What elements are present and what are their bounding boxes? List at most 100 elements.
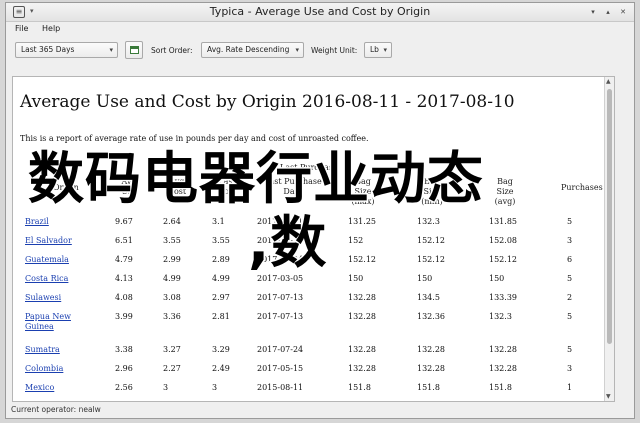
- cell-last-cost: 3.29: [212, 345, 230, 354]
- cell-avg-cost: 2.27: [163, 364, 181, 373]
- close-icon[interactable]: ✕: [618, 7, 628, 17]
- overlay-text-2: ,数: [246, 211, 328, 276]
- cell-avg-use: 4.79: [115, 255, 133, 264]
- scroll-up-icon[interactable]: ▲: [606, 78, 611, 85]
- cell-last-cost: 3.55: [212, 236, 230, 245]
- cell-purchases: 6: [567, 255, 573, 264]
- cell-purchases: 5: [567, 217, 573, 226]
- cell-bag-size-avg: 151.8: [489, 383, 512, 392]
- cell-bag-size-min: 132.3: [417, 217, 440, 226]
- weight-unit-select[interactable]: Lb ▾: [364, 42, 392, 58]
- cell-avg-cost: 3.55: [163, 236, 181, 245]
- toolbar: Last 365 Days ▾ Sort Order: Avg. Rate De…: [6, 37, 634, 63]
- vertical-scrollbar[interactable]: ▲ ▼: [604, 77, 614, 401]
- cell-avg-cost: 3.08: [163, 293, 181, 302]
- chevron-down-icon: ▾: [295, 46, 299, 54]
- menu-file[interactable]: File: [15, 24, 28, 33]
- cell-avg-use: 6.51: [115, 236, 133, 245]
- cell-origin[interactable]: Brazil: [25, 217, 85, 227]
- date-range-value: Last 365 Days: [21, 45, 75, 54]
- cell-origin[interactable]: El Salvador: [25, 236, 85, 246]
- status-bar: Current operator: nealw: [11, 405, 101, 414]
- cell-bag-size-min: 134.5: [417, 293, 440, 302]
- cell-avg-use: 3.99: [115, 312, 133, 321]
- date-range-select[interactable]: Last 365 Days ▾: [15, 42, 118, 58]
- cell-purchases: 1: [567, 383, 573, 392]
- cell-bag-size-min: 151.8: [417, 383, 440, 392]
- cell-avg-cost: 2.64: [163, 217, 181, 226]
- sort-order-select[interactable]: Avg. Rate Descending ▾: [201, 42, 304, 58]
- cell-bag-size-avg: 150: [489, 274, 505, 283]
- window-title: Typica - Average Use and Cost by Origin: [209, 5, 431, 18]
- cell-purchase-date: 2017-07-13: [257, 293, 304, 302]
- weight-unit-value: Lb: [370, 45, 379, 54]
- weight-unit-label: Weight Unit:: [311, 46, 358, 55]
- cell-bag-size-min: 132.36: [417, 312, 445, 321]
- cell-bag-size-avg: 152.12: [489, 255, 517, 264]
- cell-purchase-date: 2017-07-24: [257, 345, 304, 354]
- cell-purchases: 5: [567, 312, 573, 321]
- cell-purchase-date: 2015-08-11: [257, 383, 304, 392]
- cell-origin[interactable]: Colombia: [25, 364, 85, 374]
- cell-last-cost: 2.81: [212, 312, 230, 321]
- chevron-down-icon: ▾: [109, 46, 113, 54]
- cell-origin[interactable]: Sulawesi: [25, 293, 85, 303]
- calendar-button[interactable]: [125, 41, 143, 59]
- report-description: This is a report of average rate of use …: [20, 134, 369, 143]
- chevron-down-icon: ▾: [383, 46, 387, 54]
- menu-bar: File Help: [6, 22, 634, 37]
- cell-purchase-date: 2017-07-13: [257, 312, 304, 321]
- cell-avg-use: 2.96: [115, 364, 133, 373]
- cell-purchases: 2: [567, 293, 573, 302]
- overlay-text: 数码电器行业动态: [27, 147, 485, 212]
- header-bag-size-avg: Bag Size (avg): [494, 177, 516, 206]
- cell-avg-use: 4.08: [115, 293, 133, 302]
- title-bar: ≡ ▾ Typica - Average Use and Cost by Ori…: [6, 3, 634, 22]
- cell-avg-use: 4.13: [115, 274, 133, 283]
- sort-order-value: Avg. Rate Descending: [207, 45, 290, 54]
- cell-purchases: 3: [567, 236, 573, 245]
- cell-last-cost: 3: [212, 383, 218, 392]
- cell-origin[interactable]: Sumatra: [25, 345, 85, 355]
- minimize-icon[interactable]: ▾: [588, 7, 598, 17]
- menu-help[interactable]: Help: [42, 24, 60, 33]
- cell-purchases: 5: [567, 274, 573, 283]
- cell-avg-use: 2.56: [115, 383, 133, 392]
- cell-last-cost: 2.97: [212, 293, 230, 302]
- sort-order-label: Sort Order:: [151, 46, 193, 55]
- cell-bag-size-min: 132.28: [417, 345, 445, 354]
- cell-bag-size-max: 152: [348, 236, 364, 245]
- scroll-thumb[interactable]: [607, 89, 612, 344]
- cell-origin[interactable]: Costa Rica: [25, 274, 85, 284]
- cell-origin[interactable]: Guatemala: [25, 255, 85, 265]
- cell-bag-size-max: 131.25: [348, 217, 376, 226]
- cell-bag-size-max: 132.28: [348, 364, 376, 373]
- header-purchases: Purchases: [561, 183, 603, 192]
- cell-avg-cost: 4.99: [163, 274, 181, 283]
- cell-bag-size-avg: 132.3: [489, 312, 512, 321]
- cell-last-cost: 2.89: [212, 255, 230, 264]
- cell-bag-size-min: 150: [417, 274, 433, 283]
- cell-origin[interactable]: Papua New Guinea: [25, 312, 85, 332]
- cell-avg-cost: 3.27: [163, 345, 181, 354]
- scroll-down-icon[interactable]: ▼: [606, 393, 611, 400]
- cell-bag-size-max: 152.12: [348, 255, 376, 264]
- maximize-icon[interactable]: ▴: [603, 7, 613, 17]
- cell-last-cost: 2.49: [212, 364, 230, 373]
- cell-avg-cost: 3.36: [163, 312, 181, 321]
- cell-avg-cost: 3: [163, 383, 169, 392]
- cell-bag-size-avg: 132.28: [489, 364, 517, 373]
- cell-avg-use: 3.38: [115, 345, 133, 354]
- cell-avg-cost: 2.99: [163, 255, 181, 264]
- cell-last-cost: 3.1: [212, 217, 225, 226]
- cell-bag-size-avg: 133.39: [489, 293, 517, 302]
- cell-bag-size-max: 132.28: [348, 312, 376, 321]
- calendar-icon: [130, 46, 139, 54]
- cell-bag-size-avg: 132.28: [489, 345, 517, 354]
- cell-purchases: 5: [567, 345, 573, 354]
- cell-avg-use: 9.67: [115, 217, 133, 226]
- cell-origin[interactable]: Mexico: [25, 383, 85, 393]
- cell-last-cost: 4.99: [212, 274, 230, 283]
- cell-bag-size-avg: 152.08: [489, 236, 517, 245]
- cell-bag-size-max: 132.28: [348, 345, 376, 354]
